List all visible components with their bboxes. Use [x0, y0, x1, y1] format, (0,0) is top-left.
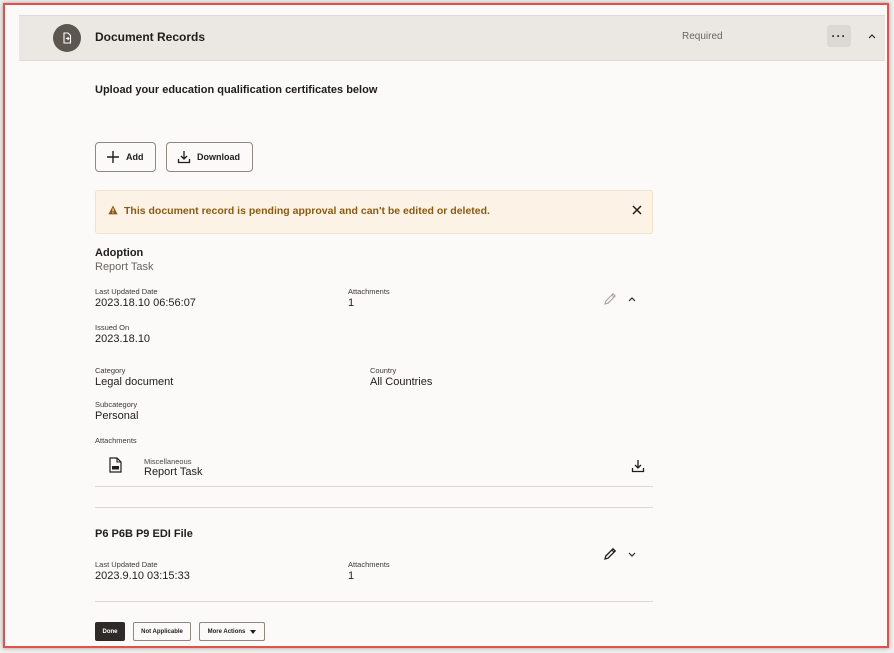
done-button[interactable]: Done [95, 622, 125, 641]
warning-icon [108, 205, 118, 215]
subcategory-value: Personal [95, 410, 139, 422]
add-button-label: Add [126, 152, 144, 162]
collapse-record-button[interactable] [628, 296, 636, 302]
download-button[interactable]: Download [166, 142, 253, 172]
plus-icon [107, 151, 119, 163]
chevron-up-icon [868, 34, 876, 39]
last-updated-value: 2023.18.10 06:56:07 [95, 297, 196, 309]
attachments-section-label: Attachments [95, 436, 137, 445]
attachment-name-link[interactable]: Report Task [144, 466, 203, 478]
expand-record-button[interactable] [628, 552, 636, 558]
not-applicable-button-label: Not Applicable [141, 628, 183, 635]
section-header: Document Records Required ··· [19, 15, 885, 61]
issued-on-label: Issued On [95, 323, 130, 332]
country-value: All Countries [370, 376, 433, 388]
more-options-button[interactable]: ··· [827, 25, 851, 47]
record-subtitle: Report Task [95, 261, 154, 273]
record-title: Adoption [95, 247, 144, 259]
last-updated-label: Last Updated Date [95, 287, 158, 296]
collapse-section-button[interactable] [865, 28, 879, 44]
record-title: P6 P6B P9 EDI File [95, 528, 193, 540]
caret-down-icon [250, 629, 257, 634]
attachments-count-label: Attachments [348, 287, 390, 296]
section-title: Document Records [95, 30, 206, 44]
more-actions-button[interactable]: More Actions [199, 622, 265, 641]
last-updated-label: Last Updated Date [95, 560, 158, 569]
last-updated-value: 2023.9.10 03:15:33 [95, 570, 190, 582]
edit-record-button[interactable] [603, 547, 617, 561]
add-button[interactable]: Add [95, 142, 156, 172]
download-attachment-button[interactable] [631, 459, 645, 473]
attachment-category: Miscellaneous [144, 457, 192, 466]
attachments-count-value: 1 [348, 297, 355, 309]
close-icon [632, 205, 642, 215]
chevron-down-icon [628, 552, 636, 557]
download-button-label: Download [197, 152, 240, 162]
attachments-count-value: 1 [348, 570, 355, 582]
not-applicable-button[interactable]: Not Applicable [133, 622, 191, 641]
footer-divider [95, 601, 653, 602]
pencil-icon [604, 547, 617, 560]
document-icon [53, 24, 81, 52]
pencil-icon [604, 293, 616, 305]
pdf-file-icon [109, 457, 122, 473]
attachment-divider [95, 486, 653, 487]
page-frame: Document Records Required ··· Upload you… [3, 3, 889, 648]
record-divider [95, 507, 653, 508]
edit-record-button-disabled[interactable] [603, 292, 617, 306]
close-alert-button[interactable] [630, 202, 644, 218]
country-label: Country [370, 366, 397, 375]
issued-on-value: 2023.18.10 [95, 333, 151, 345]
subcategory-label: Subcategory [95, 400, 138, 409]
alert-message: This document record is pending approval… [124, 205, 490, 217]
category-label: Category [95, 366, 126, 375]
pending-approval-alert: This document record is pending approval… [95, 190, 653, 234]
download-icon [631, 460, 645, 473]
required-status: Required [682, 31, 723, 42]
section-instructions: Upload your education qualification cert… [95, 84, 378, 96]
more-actions-button-label: More Actions [207, 628, 246, 635]
attachments-count-label: Attachments [348, 560, 390, 569]
category-value: Legal document [95, 376, 174, 388]
more-options-label: ··· [831, 29, 847, 43]
download-icon [177, 151, 191, 164]
done-button-label: Done [102, 628, 118, 635]
chevron-up-icon [628, 297, 636, 302]
